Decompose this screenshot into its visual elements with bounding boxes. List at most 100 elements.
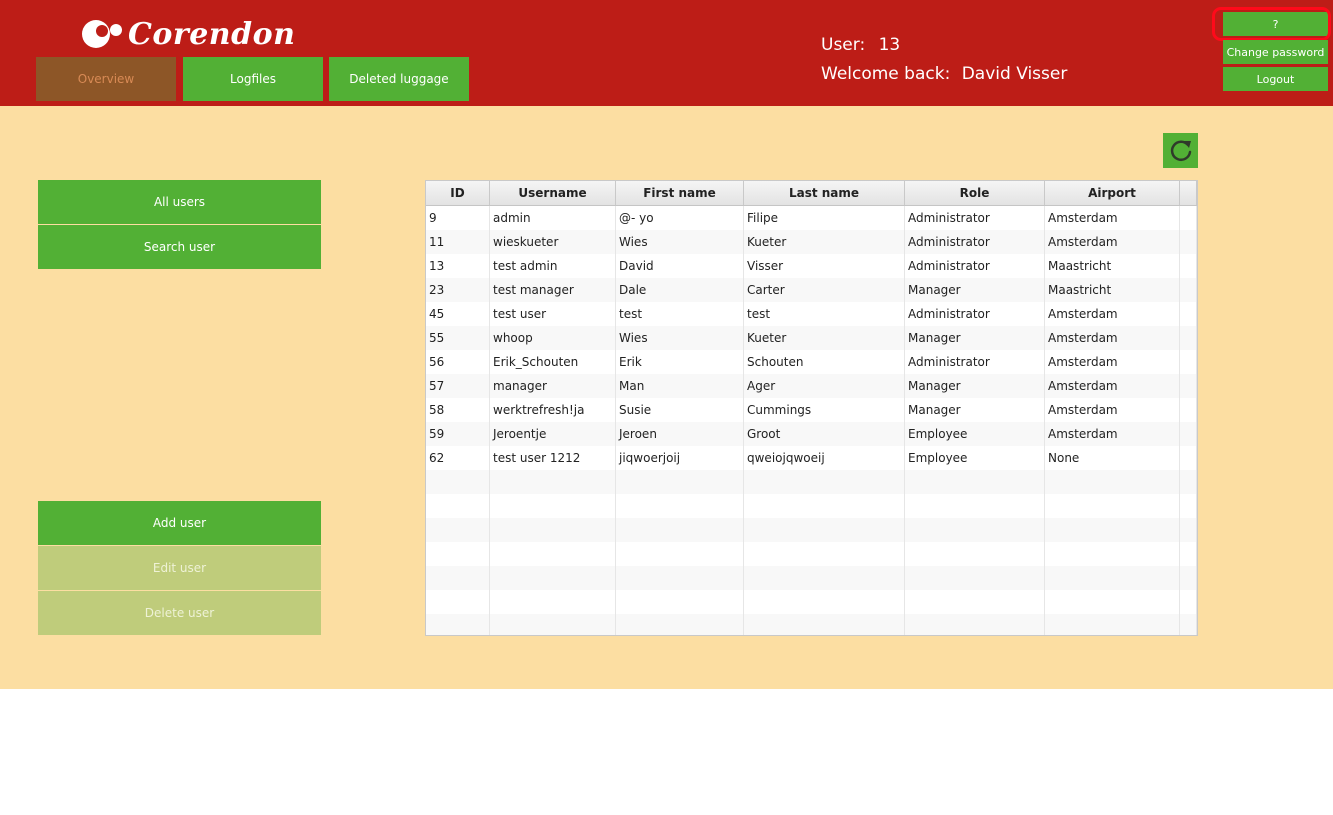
empty-table-cell xyxy=(1180,470,1197,494)
refresh-button[interactable] xyxy=(1163,133,1198,168)
user-id-line: User: 13 xyxy=(821,35,900,55)
empty-table-cell xyxy=(426,614,490,635)
table-row[interactable]: 9 admin @- yo Filipe Administrator Amsterdam xyxy=(426,206,1197,230)
table-cell: Amsterdam xyxy=(1045,350,1180,374)
column-header[interactable]: Username xyxy=(490,181,616,205)
table-cell: test user xyxy=(490,302,616,326)
user-id-label: User: xyxy=(821,35,866,55)
empty-table-cell xyxy=(426,590,490,614)
table-cell: Kueter xyxy=(744,326,905,350)
table-row[interactable]: 11 wieskueter Wies Kueter Administrator Amste… xyxy=(426,230,1197,254)
empty-table-cell xyxy=(616,494,744,518)
all-users-button[interactable]: All users xyxy=(38,180,321,224)
table-cell-filler xyxy=(1180,302,1197,326)
table-cell: test xyxy=(744,302,905,326)
table-cell: Administrator xyxy=(905,350,1045,374)
column-header[interactable]: First name xyxy=(616,181,744,205)
delete-user-button[interactable]: Delete user xyxy=(38,591,321,635)
table-cell: @- yo xyxy=(616,206,744,230)
table-cell-filler xyxy=(1180,206,1197,230)
table-cell: Amsterdam xyxy=(1045,326,1180,350)
logo-text: Corendon xyxy=(128,16,296,52)
empty-table-cell xyxy=(905,614,1045,635)
table-cell: Manager xyxy=(905,278,1045,302)
column-header[interactable]: Last name xyxy=(744,181,905,205)
empty-table-cell xyxy=(490,470,616,494)
table-row[interactable]: 55 whoop Wies Kueter Manager Amsterdam xyxy=(426,326,1197,350)
empty-table-cell xyxy=(490,590,616,614)
column-header[interactable]: Airport xyxy=(1045,181,1180,205)
table-cell: Maastricht xyxy=(1045,254,1180,278)
table-cell: test manager xyxy=(490,278,616,302)
search-user-button[interactable]: Search user xyxy=(38,225,321,269)
empty-table-cell xyxy=(1045,542,1180,566)
empty-table-cell xyxy=(426,566,490,590)
table-row[interactable]: 23 test manager Dale Carter Manager Maastrich… xyxy=(426,278,1197,302)
table-cell: Groot xyxy=(744,422,905,446)
empty-table-cell xyxy=(905,590,1045,614)
table-cell: Ager xyxy=(744,374,905,398)
column-header[interactable]: ID xyxy=(426,181,490,205)
empty-table-cell xyxy=(1180,542,1197,566)
column-header-filler xyxy=(1180,181,1197,205)
table-cell: 56 xyxy=(426,350,490,374)
table-body: 9 admin @- yo Filipe Administrator Amsterdam 1… xyxy=(426,206,1197,635)
table-cell: Amsterdam xyxy=(1045,422,1180,446)
users-table[interactable]: ID Username First name Last name Role Airport… xyxy=(425,180,1198,636)
table-cell: Filipe xyxy=(744,206,905,230)
table-cell: Susie xyxy=(616,398,744,422)
help-button-highlight xyxy=(1212,7,1331,41)
table-cell: 11 xyxy=(426,230,490,254)
table-row[interactable]: 45 test user test test Administrator Amsterda… xyxy=(426,302,1197,326)
table-cell: Wies xyxy=(616,326,744,350)
tab-overview[interactable]: Overview xyxy=(36,57,176,101)
empty-table-cell xyxy=(1045,494,1180,518)
add-user-button[interactable]: Add user xyxy=(38,501,321,545)
table-row[interactable]: 59 Jeroentje Jeroen Groot Employee Amsterdam xyxy=(426,422,1197,446)
table-cell: admin xyxy=(490,206,616,230)
change-password-button[interactable]: Change password xyxy=(1223,40,1328,64)
empty-table-cell xyxy=(1045,590,1180,614)
table-row[interactable]: 56 Erik_Schouten Erik Schouten Administrator… xyxy=(426,350,1197,374)
empty-table-cell xyxy=(426,494,490,518)
tab-logfiles[interactable]: Logfiles xyxy=(183,57,323,101)
table-cell: 45 xyxy=(426,302,490,326)
table-cell: 58 xyxy=(426,398,490,422)
empty-table-row xyxy=(426,566,1197,590)
table-row[interactable]: 13 test admin David Visser Administrator Maas… xyxy=(426,254,1197,278)
table-cell: 13 xyxy=(426,254,490,278)
table-cell: Schouten xyxy=(744,350,905,374)
table-row[interactable]: 57 manager Man Ager Manager Amsterdam xyxy=(426,374,1197,398)
tab-deleted-luggage[interactable]: Deleted luggage xyxy=(329,57,469,101)
table-cell: test user 1212 xyxy=(490,446,616,470)
table-cell: David xyxy=(616,254,744,278)
table-row[interactable]: 62 test user 1212 jiqwoerjoij qweiojqwoeij E… xyxy=(426,446,1197,470)
table-cell-filler xyxy=(1180,326,1197,350)
logout-button[interactable]: Logout xyxy=(1223,67,1328,91)
edit-user-button[interactable]: Edit user xyxy=(38,546,321,590)
table-cell: Cummings xyxy=(744,398,905,422)
empty-table-cell xyxy=(905,470,1045,494)
empty-table-cell xyxy=(1045,470,1180,494)
table-cell: Manager xyxy=(905,326,1045,350)
table-row[interactable]: 58 werktrefresh!ja Susie Cummings Manager Ams… xyxy=(426,398,1197,422)
user-name: David Visser xyxy=(961,64,1068,84)
empty-table-cell xyxy=(744,470,905,494)
table-cell: Dale xyxy=(616,278,744,302)
empty-table-row xyxy=(426,590,1197,614)
empty-table-cell xyxy=(1045,518,1180,542)
table-cell: Amsterdam xyxy=(1045,230,1180,254)
table-cell: 57 xyxy=(426,374,490,398)
table-cell: Amsterdam xyxy=(1045,302,1180,326)
table-cell-filler xyxy=(1180,230,1197,254)
refresh-icon xyxy=(1170,140,1191,161)
table-cell: wieskueter xyxy=(490,230,616,254)
table-cell: Administrator xyxy=(905,302,1045,326)
table-cell: Erik xyxy=(616,350,744,374)
column-header[interactable]: Role xyxy=(905,181,1045,205)
user-id-value: 13 xyxy=(878,35,901,55)
table-cell: 55 xyxy=(426,326,490,350)
table-cell: test admin xyxy=(490,254,616,278)
empty-table-cell xyxy=(426,470,490,494)
empty-table-cell xyxy=(490,518,616,542)
